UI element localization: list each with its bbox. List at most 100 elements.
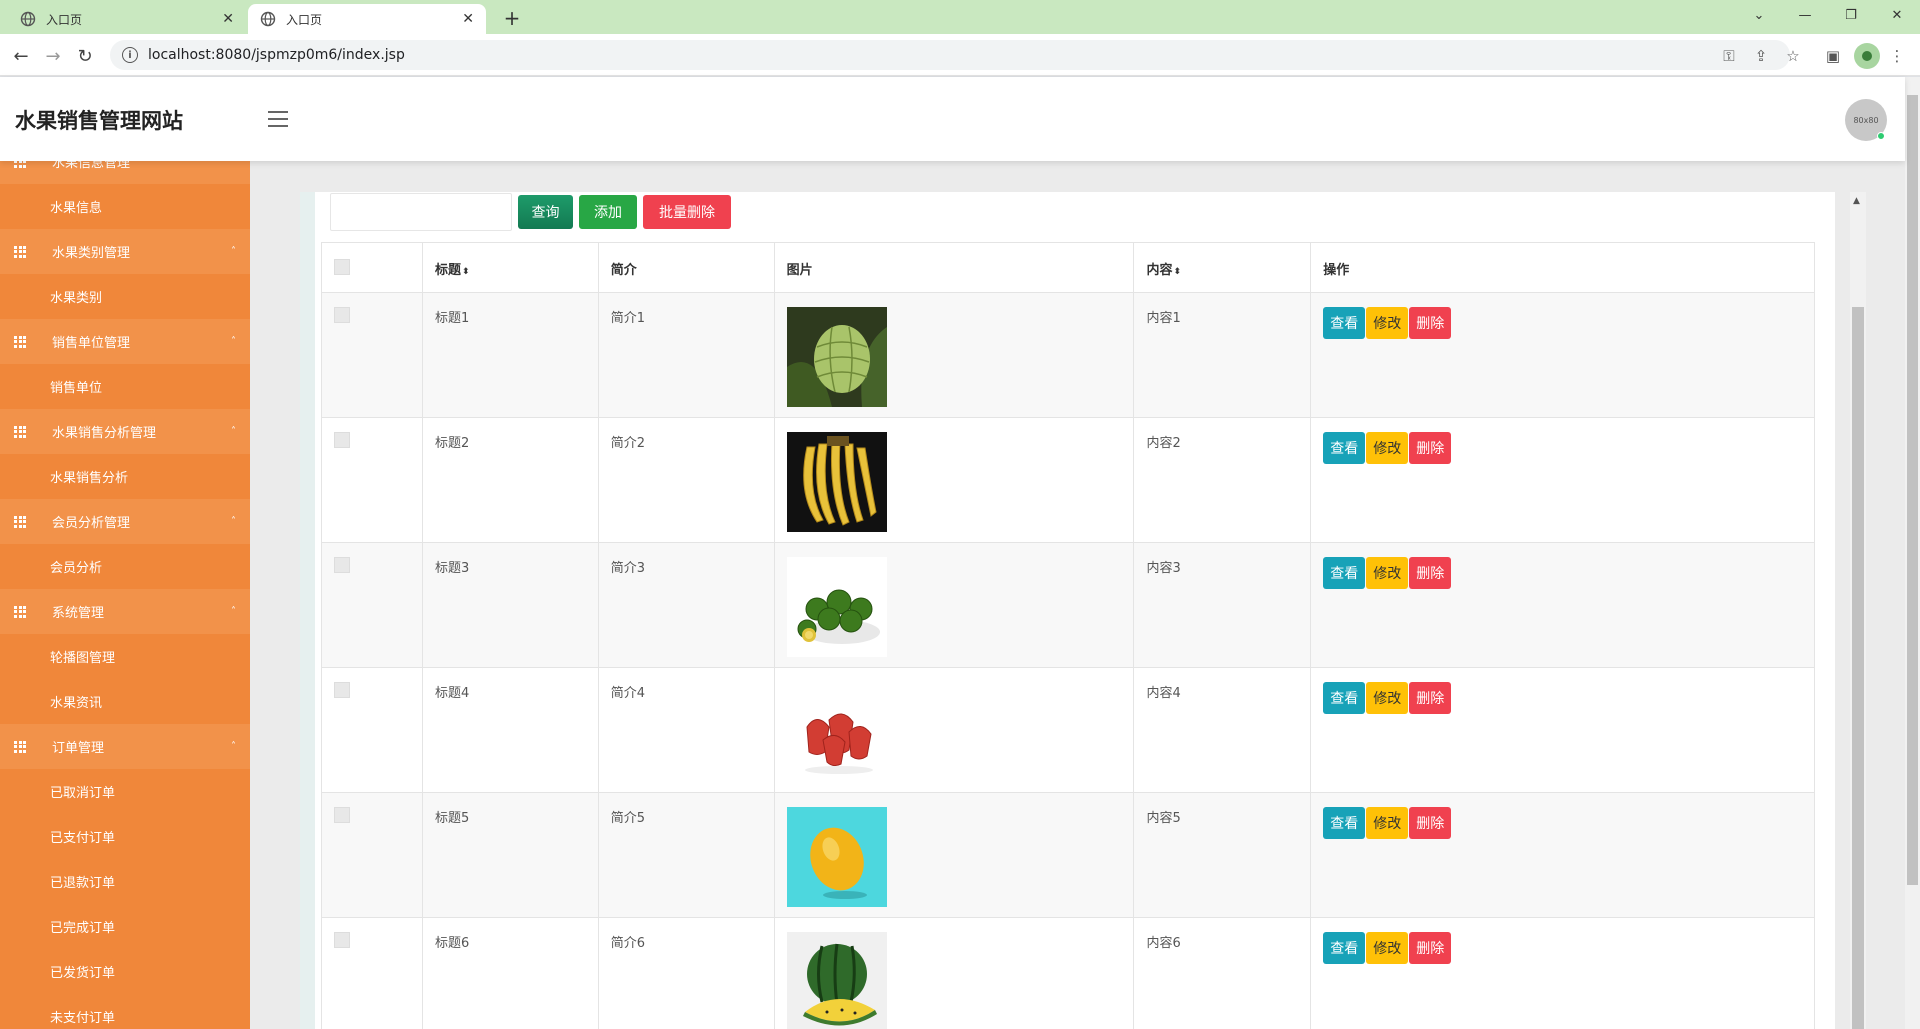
content-cell: 内容3 bbox=[1133, 542, 1312, 668]
close-icon[interactable]: ✕ bbox=[222, 11, 234, 27]
edit-button[interactable]: 修改 bbox=[1366, 307, 1409, 339]
profile-avatar[interactable] bbox=[1854, 43, 1880, 69]
sidebar-group[interactable]: 会员分析管理 ˄ bbox=[0, 499, 250, 544]
sidebar-label: 系统管理 bbox=[52, 606, 105, 621]
sidebar-group[interactable]: 水果销售分析管理 ˄ bbox=[0, 409, 250, 454]
delete-button[interactable]: 删除 bbox=[1409, 432, 1452, 464]
content-cell: 内容5 bbox=[1133, 792, 1312, 918]
forward-icon[interactable]: → bbox=[40, 43, 66, 69]
edit-button[interactable]: 修改 bbox=[1366, 557, 1409, 589]
back-icon[interactable]: ← bbox=[8, 43, 34, 69]
tab-search-icon[interactable]: ⌄ bbox=[1736, 0, 1782, 30]
intro-cell: 简介4 bbox=[597, 667, 775, 793]
side-panel-icon[interactable]: ▣ bbox=[1822, 45, 1844, 67]
sidebar-label: 已取消订单 bbox=[50, 786, 116, 801]
sort-icon[interactable]: ⬍ bbox=[1173, 267, 1181, 277]
edit-button[interactable]: 修改 bbox=[1366, 932, 1409, 964]
info-icon[interactable]: i bbox=[122, 47, 138, 63]
add-button[interactable]: 添加 bbox=[579, 195, 637, 229]
content-cell: 内容1 bbox=[1133, 292, 1312, 418]
grid-icon bbox=[14, 335, 26, 348]
row-checkbox[interactable] bbox=[334, 557, 350, 573]
edit-button[interactable]: 修改 bbox=[1366, 432, 1409, 464]
browser-tab-active[interactable]: 入口页 ✕ bbox=[248, 4, 486, 34]
address-bar[interactable]: i localhost:8080/jspmzp0m6/index.jsp bbox=[110, 40, 1790, 70]
sidebar-label: 水果资讯 bbox=[50, 696, 103, 711]
sidebar-group[interactable]: 系统管理 ˄ bbox=[0, 589, 250, 634]
edit-button[interactable]: 修改 bbox=[1366, 807, 1409, 839]
row-checkbox[interactable] bbox=[334, 307, 350, 323]
sidebar-group[interactable]: 水果类别管理 ˄ bbox=[0, 229, 250, 274]
browser-toolbar: ← → ↻ i localhost:8080/jspmzp0m6/index.j… bbox=[0, 34, 1920, 76]
sidebar-item[interactable]: 会员分析 bbox=[0, 544, 250, 589]
delete-button[interactable]: 删除 bbox=[1409, 932, 1452, 964]
view-button[interactable]: 查看 bbox=[1323, 557, 1366, 589]
select-all-checkbox[interactable] bbox=[334, 259, 350, 275]
key-icon[interactable]: ⚿ bbox=[1718, 45, 1740, 67]
sidebar-group[interactable]: 水果信息管理 ˄ bbox=[0, 161, 250, 184]
grid-icon bbox=[14, 740, 26, 753]
tab-title: 入口页 bbox=[286, 12, 323, 27]
delete-button[interactable]: 删除 bbox=[1409, 557, 1452, 589]
row-checkbox[interactable] bbox=[334, 432, 350, 448]
sidebar-item[interactable]: 水果销售分析 bbox=[0, 454, 250, 499]
chevron-up-icon: ˄ bbox=[231, 161, 236, 167]
delete-button[interactable]: 删除 bbox=[1409, 307, 1452, 339]
search-input[interactable] bbox=[330, 193, 512, 231]
restore-button[interactable]: ❐ bbox=[1828, 0, 1874, 30]
intro-cell: 简介2 bbox=[597, 417, 775, 543]
column-label: 简介 bbox=[610, 263, 637, 278]
sidebar-label: 水果类别 bbox=[50, 291, 103, 306]
sidebar-group[interactable]: 销售单位管理 ˄ bbox=[0, 319, 250, 364]
hamburger-menu-icon[interactable] bbox=[268, 111, 288, 127]
view-button[interactable]: 查看 bbox=[1323, 682, 1366, 714]
bookmark-star-icon[interactable]: ☆ bbox=[1782, 45, 1804, 67]
view-button[interactable]: 查看 bbox=[1323, 307, 1366, 339]
view-button[interactable]: 查看 bbox=[1323, 432, 1366, 464]
column-header-content[interactable]: 内容⬍ bbox=[1133, 242, 1312, 293]
sidebar-item[interactable]: 已取消订单 bbox=[0, 769, 250, 814]
delete-button[interactable]: 删除 bbox=[1409, 682, 1452, 714]
close-window-button[interactable]: ✕ bbox=[1874, 0, 1920, 30]
select-cell bbox=[321, 667, 423, 793]
delete-button[interactable]: 删除 bbox=[1409, 807, 1452, 839]
row-checkbox[interactable] bbox=[334, 682, 350, 698]
sidebar-item[interactable]: 已退款订单 bbox=[0, 859, 250, 904]
content-scrollbar[interactable]: ▲ bbox=[1850, 192, 1866, 1029]
browser-tab[interactable]: 入口页 ✕ bbox=[8, 4, 246, 34]
close-icon[interactable]: ✕ bbox=[462, 11, 474, 27]
edit-button[interactable]: 修改 bbox=[1366, 682, 1409, 714]
scrollbar-thumb[interactable] bbox=[1852, 307, 1864, 1029]
sort-icon[interactable]: ⬍ bbox=[462, 267, 470, 277]
grid-icon bbox=[14, 161, 26, 168]
sidebar-item[interactable]: 水果信息 bbox=[0, 184, 250, 229]
column-header-title[interactable]: 标题⬍ bbox=[421, 242, 599, 293]
sidebar-item[interactable]: 未支付订单 bbox=[0, 994, 250, 1029]
scroll-up-arrow-icon[interactable]: ▲ bbox=[1853, 196, 1860, 206]
view-button[interactable]: 查看 bbox=[1323, 932, 1366, 964]
fruit-image bbox=[786, 432, 1122, 532]
sidebar-item[interactable]: 已支付订单 bbox=[0, 814, 250, 859]
image-cell bbox=[773, 917, 1135, 1029]
sidebar-item[interactable]: 水果资讯 bbox=[0, 679, 250, 724]
menu-kebab-icon[interactable]: ⋮ bbox=[1886, 45, 1908, 67]
sidebar-item[interactable]: 已发货订单 bbox=[0, 949, 250, 994]
scrollbar-thumb[interactable] bbox=[1907, 95, 1918, 885]
reload-icon[interactable]: ↻ bbox=[72, 43, 98, 69]
select-cell bbox=[321, 917, 423, 1029]
search-button[interactable]: 查询 bbox=[518, 195, 573, 229]
sidebar-item[interactable]: 轮播图管理 bbox=[0, 634, 250, 679]
sidebar-item[interactable]: 水果类别 bbox=[0, 274, 250, 319]
row-checkbox[interactable] bbox=[334, 807, 350, 823]
new-tab-button[interactable]: + bbox=[498, 4, 526, 32]
view-button[interactable]: 查看 bbox=[1323, 807, 1366, 839]
batch-delete-button[interactable]: 批量删除 bbox=[643, 195, 731, 229]
minimize-button[interactable]: — bbox=[1782, 0, 1828, 30]
row-checkbox[interactable] bbox=[334, 932, 350, 948]
page-scrollbar[interactable] bbox=[1905, 77, 1920, 1029]
sidebar-group[interactable]: 订单管理 ˄ bbox=[0, 724, 250, 769]
share-icon[interactable]: ⇪ bbox=[1750, 45, 1772, 67]
sidebar-item[interactable]: 销售单位 bbox=[0, 364, 250, 409]
tab-title: 入口页 bbox=[46, 12, 83, 27]
sidebar-item[interactable]: 已完成订单 bbox=[0, 904, 250, 949]
